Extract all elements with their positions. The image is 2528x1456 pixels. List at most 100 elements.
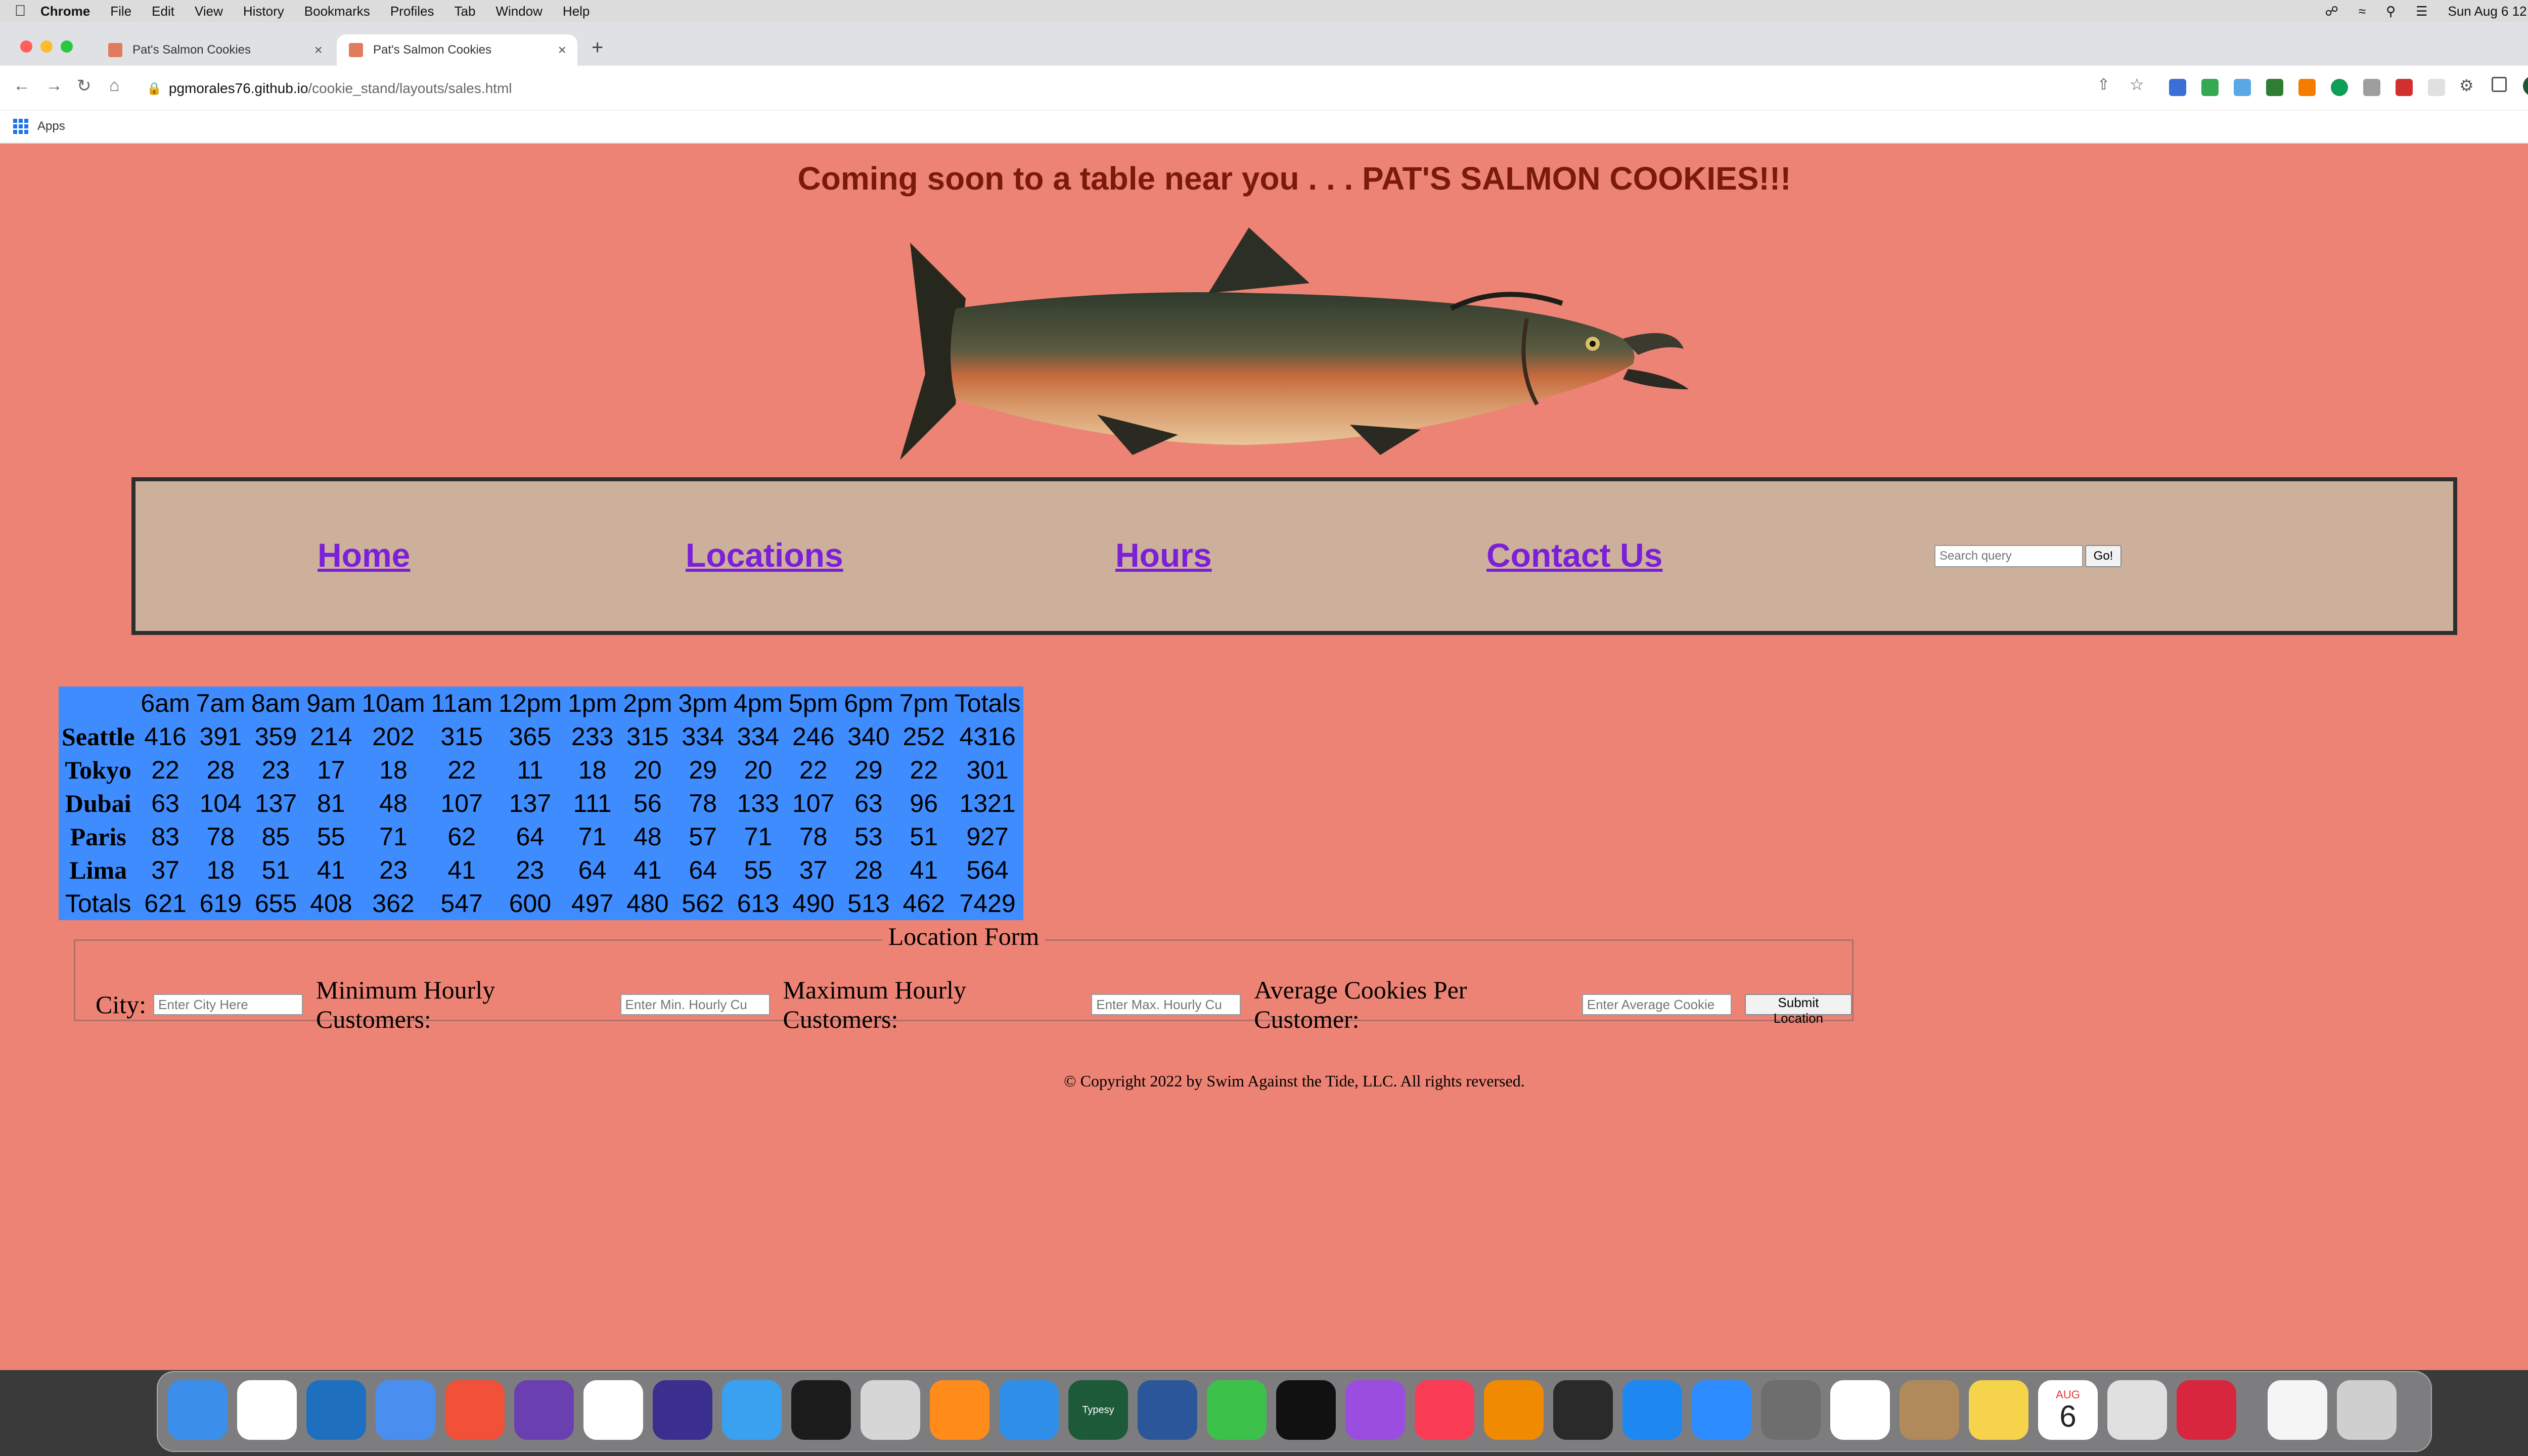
contacts-icon[interactable] (1900, 1380, 1959, 1440)
quicktime-icon[interactable] (1553, 1380, 1613, 1440)
menu-view[interactable]: View (195, 4, 223, 19)
control-center-icon[interactable]: ☰ (2416, 4, 2427, 19)
table-cell: 408 (310, 889, 352, 918)
zoom-window-button[interactable] (61, 40, 73, 53)
submit-location-button[interactable]: Submit Location (1744, 994, 1852, 1026)
apps-bookmark[interactable]: Apps (37, 119, 65, 133)
close-tab-icon[interactable]: × (558, 42, 566, 58)
xcode-icon[interactable] (376, 1380, 435, 1440)
table-cell: 51 (261, 856, 290, 884)
home-icon[interactable]: ⌂ (109, 76, 120, 96)
zoom-icon[interactable] (1692, 1380, 1751, 1440)
trash-icon[interactable] (2337, 1380, 2397, 1440)
min-customers-input[interactable] (620, 994, 770, 1015)
nav-link-home[interactable]: Home (318, 536, 410, 574)
extension-icon[interactable] (2331, 79, 2348, 96)
preview-icon[interactable] (861, 1380, 920, 1440)
swift-icon[interactable] (445, 1380, 505, 1440)
nav-link-contact-us[interactable]: Contact Us (1486, 536, 1662, 574)
go-button[interactable]: Go! (2085, 545, 2121, 567)
avg-cookies-input[interactable] (1582, 994, 1732, 1015)
extensions-puzzle-icon[interactable]: ⚙ (2459, 76, 2474, 95)
table-cell: 56 (634, 789, 662, 817)
expressvpn-icon[interactable] (2177, 1380, 2236, 1440)
menu-file[interactable]: File (110, 4, 131, 19)
word-icon[interactable] (1138, 1380, 1197, 1440)
table-header-cell: 7pm (899, 689, 949, 717)
typesy-icon[interactable]: Typesy (1068, 1380, 1128, 1440)
menu-window[interactable]: Window (495, 4, 542, 19)
extension-icon[interactable] (2169, 79, 2186, 96)
appletv-icon[interactable] (1276, 1380, 1336, 1440)
nav-link-hours[interactable]: Hours (1115, 536, 1212, 574)
form-legend: Location Form (75, 922, 1852, 951)
bookmark-star-icon[interactable]: ☆ (2130, 75, 2144, 94)
rss-extension-icon[interactable] (2298, 79, 2316, 96)
menu-bar-clock[interactable]: Sun Aug 6 12:35 PM (2448, 4, 2528, 19)
share-icon[interactable]: ⇧ (2097, 76, 2110, 94)
max-customers-input[interactable] (1091, 994, 1241, 1015)
address-bar[interactable]: 🔒 pgmorales76.github.io /cookie_stand/la… (147, 76, 2068, 101)
keynote-icon[interactable] (999, 1380, 1059, 1440)
launchpad-icon[interactable] (2107, 1380, 2167, 1440)
apple-menu-icon[interactable]:  (0, 3, 40, 20)
chess-icon[interactable] (1830, 1380, 1890, 1440)
back-icon[interactable]: ← (13, 76, 30, 96)
menu-bookmarks[interactable]: Bookmarks (304, 4, 370, 19)
search-input[interactable] (1934, 545, 2083, 567)
extension-icon[interactable] (2428, 79, 2445, 96)
music-icon[interactable] (1415, 1380, 1474, 1440)
extension-icon[interactable] (2363, 79, 2380, 96)
vpn-status-icon[interactable]: ☍ (2325, 4, 2338, 19)
settings-icon[interactable] (1761, 1380, 1821, 1440)
tab-inactive[interactable]: Pat's Salmon Cookies × (96, 34, 334, 66)
spotlight-search-icon[interactable]: ⚲ (2386, 4, 2396, 19)
messages-icon[interactable] (1207, 1380, 1267, 1440)
side-panel-icon[interactable] (2492, 77, 2507, 92)
close-window-button[interactable] (20, 40, 32, 53)
terminal-icon[interactable] (791, 1380, 851, 1440)
minimize-window-button[interactable] (40, 40, 53, 53)
menu-profiles[interactable]: Profiles (390, 4, 434, 19)
menu-tab[interactable]: Tab (455, 4, 476, 19)
menu-history[interactable]: History (243, 4, 284, 19)
download-icon[interactable] (2266, 79, 2283, 96)
extension-icon[interactable] (2234, 79, 2251, 96)
slack-icon[interactable] (583, 1380, 643, 1440)
city-input[interactable] (153, 994, 303, 1015)
podcasts-icon[interactable] (1345, 1380, 1405, 1440)
books-icon[interactable] (930, 1380, 989, 1440)
github-icon[interactable] (514, 1380, 574, 1440)
extension-icon[interactable] (2201, 79, 2219, 96)
bookmarks-bar: Apps (0, 110, 2528, 144)
imovie-icon[interactable] (653, 1380, 712, 1440)
table-header-cell: 6am (141, 689, 190, 717)
menu-chrome[interactable]: Chrome (40, 4, 90, 19)
vlc-icon[interactable] (1484, 1380, 1544, 1440)
sales-table: 6am 7am 8am 9am 10am 11am 12pm 1pm 2pm 3… (59, 687, 1024, 920)
vscode-icon[interactable] (306, 1380, 366, 1440)
table-header-cell: 2pm (623, 689, 672, 717)
wifi-icon[interactable]: ≈ (2359, 4, 2366, 19)
calendar-icon[interactable]: AUG 6 (2038, 1380, 2098, 1440)
menu-edit[interactable]: Edit (152, 4, 174, 19)
forward-icon[interactable]: → (46, 76, 63, 96)
close-tab-icon[interactable]: × (314, 42, 323, 58)
apps-grid-icon[interactable] (13, 119, 28, 134)
instruments-icon[interactable] (722, 1380, 782, 1440)
expressvpn-extension-icon[interactable] (2396, 79, 2413, 96)
nav-link-locations[interactable]: Locations (686, 536, 843, 574)
menu-help[interactable]: Help (563, 4, 590, 19)
table-cell: 315 (626, 722, 669, 751)
table-cell: 562 (682, 889, 724, 918)
appstore-icon[interactable] (1622, 1380, 1682, 1440)
photos-icon[interactable] (2268, 1380, 2327, 1440)
chrome-icon[interactable] (237, 1380, 297, 1440)
finder-icon[interactable] (168, 1380, 228, 1440)
notes-icon[interactable] (1969, 1380, 2028, 1440)
new-tab-button[interactable]: + (592, 36, 603, 59)
reload-icon[interactable]: ↻ (77, 76, 92, 96)
tab-active[interactable]: Pat's Salmon Cookies × (337, 34, 577, 66)
table-cell: 564 (966, 856, 1009, 884)
table-header-cell: 10am (362, 689, 425, 717)
